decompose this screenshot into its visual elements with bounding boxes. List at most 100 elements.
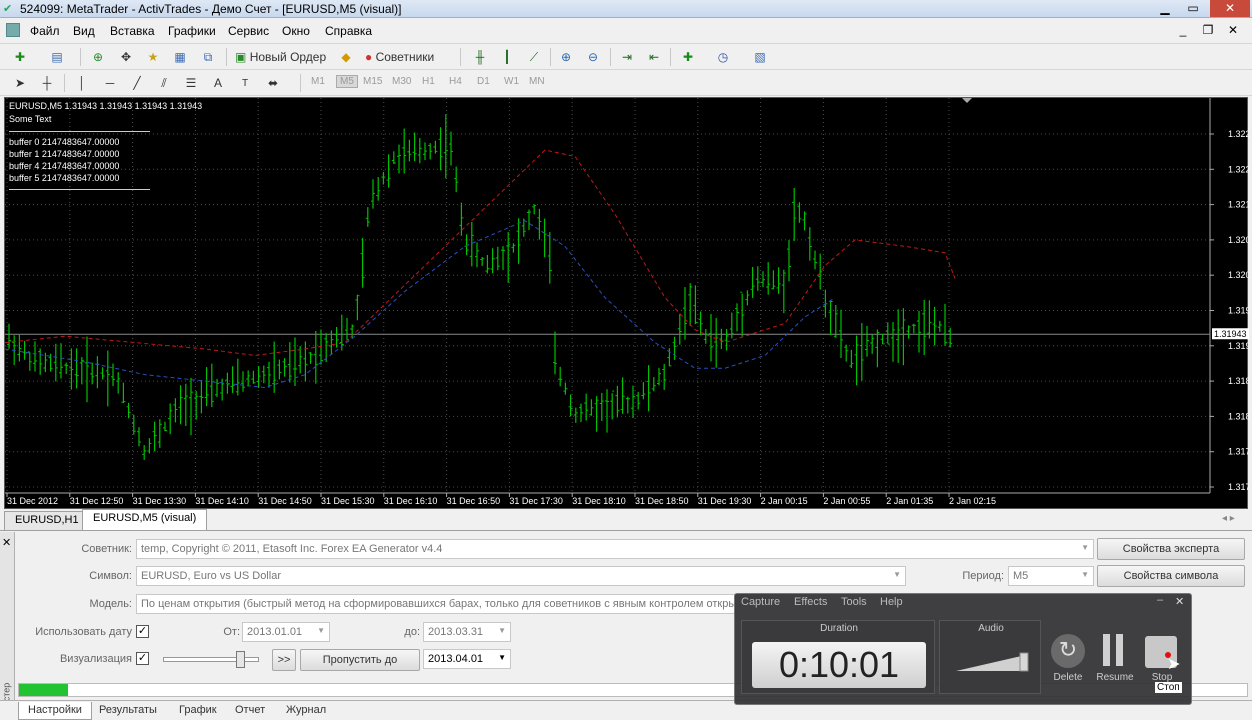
market-watch-icon[interactable]: ⊕ bbox=[88, 48, 108, 67]
warning-icon[interactable]: ◆ bbox=[336, 48, 356, 67]
timeframe-w1[interactable]: W1 bbox=[504, 76, 519, 87]
current-price-label: 1.31943 bbox=[1214, 329, 1247, 339]
bar-chart-icon[interactable]: ╫ bbox=[470, 48, 490, 67]
symbol-select[interactable]: EURUSD, Euro vs US Dollar ▼ bbox=[136, 566, 906, 586]
experts-button[interactable]: ● Советники bbox=[362, 48, 444, 67]
periods-icon[interactable]: ◷ bbox=[713, 48, 733, 67]
capture-menu-capture[interactable]: Capture bbox=[741, 596, 780, 608]
line-chart-icon[interactable]: ⟋ bbox=[524, 48, 544, 67]
use-date-label: Использовать дату bbox=[35, 626, 132, 638]
skip-forward-button[interactable]: >> bbox=[272, 649, 296, 671]
document-icon[interactable] bbox=[6, 23, 20, 37]
capture-menu-help[interactable]: Help bbox=[880, 596, 903, 608]
timeframe-m1[interactable]: M1 bbox=[311, 76, 325, 87]
text-label-icon[interactable]: T bbox=[235, 74, 255, 93]
tab-journal[interactable]: Журнал bbox=[277, 702, 335, 720]
close-button[interactable]: ✕ bbox=[1210, 0, 1250, 17]
text-icon[interactable]: A bbox=[208, 74, 228, 93]
speed-slider-handle[interactable] bbox=[236, 651, 245, 668]
capture-menu-effects[interactable]: Effects bbox=[794, 596, 827, 608]
timeframe-h1[interactable]: H1 bbox=[422, 76, 435, 87]
tab-report[interactable]: Отчет bbox=[226, 702, 274, 720]
data-window-icon[interactable]: ✥ bbox=[116, 48, 136, 67]
model-select[interactable]: По ценам открытия (быстрый метод на сфор… bbox=[136, 594, 736, 614]
indicators-icon[interactable]: ✚ bbox=[678, 48, 698, 67]
templates-icon[interactable]: ▧ bbox=[750, 48, 770, 67]
time-label: 31 Dec 18:10 bbox=[572, 496, 626, 506]
symbol-properties-button[interactable]: Свойства символа bbox=[1097, 565, 1245, 587]
period-label: Период: bbox=[962, 570, 1004, 582]
expert-select[interactable]: temp, Copyright © 2011, Etasoft Inc. For… bbox=[136, 539, 1094, 559]
from-date-field[interactable]: 2013.01.01 ▼ bbox=[242, 622, 330, 642]
visualization-checkbox[interactable]: ✓ bbox=[136, 652, 149, 665]
delete-label: Delete bbox=[1053, 672, 1083, 683]
delete-icon[interactable]: ↻ bbox=[1051, 634, 1085, 668]
menu-help[interactable]: Справка bbox=[325, 24, 372, 38]
zoom-in-icon[interactable]: ⊕ bbox=[556, 48, 576, 67]
new-chart-icon[interactable]: ✚ bbox=[10, 48, 30, 67]
timeframe-mn[interactable]: MN bbox=[529, 76, 545, 87]
time-label: 31 Dec 12:50 bbox=[70, 496, 124, 506]
tab-eurusd-h1[interactable]: EURUSD,H1 bbox=[4, 511, 90, 530]
use-date-checkbox[interactable]: ✓ bbox=[136, 625, 149, 638]
vertical-line-icon[interactable]: │ bbox=[72, 74, 92, 93]
menu-charts[interactable]: Графики bbox=[168, 24, 216, 38]
chart-canvas[interactable]: 1.32255 1.32200 1.32145 1.32090 1.32035 1.319… bbox=[5, 98, 1249, 510]
menu-view[interactable]: Вид bbox=[73, 24, 95, 38]
auto-scroll-icon[interactable]: ⇥ bbox=[617, 48, 637, 67]
new-order-icon: ▣ bbox=[235, 50, 247, 64]
candlestick-icon[interactable]: ┃ bbox=[497, 48, 517, 67]
ma-red-line bbox=[5, 149, 956, 356]
timeframe-h4[interactable]: H4 bbox=[449, 76, 462, 87]
zoom-out-icon[interactable]: ⊖ bbox=[583, 48, 603, 67]
arrows-icon[interactable]: ⬌ bbox=[263, 74, 283, 93]
cursor-icon[interactable]: ➤ bbox=[10, 74, 30, 93]
tabs-scroll-icon[interactable]: ◂ ▸ bbox=[1222, 513, 1235, 524]
doc-minimize-button[interactable]: _ bbox=[1170, 22, 1196, 39]
maximize-button[interactable]: ▭ bbox=[1180, 0, 1206, 17]
menu-window[interactable]: Окно bbox=[282, 24, 310, 38]
timeframe-d1[interactable]: D1 bbox=[477, 76, 490, 87]
resume-icon[interactable] bbox=[1103, 634, 1125, 668]
doc-restore-button[interactable]: ❐ bbox=[1195, 22, 1221, 39]
tester-close-icon[interactable]: ✕ bbox=[2, 536, 11, 549]
menu-file[interactable]: Файл bbox=[30, 24, 60, 38]
time-label: 2 Jan 02:15 bbox=[949, 496, 996, 506]
timeframe-m30[interactable]: M30 bbox=[392, 76, 411, 87]
horizontal-line-icon[interactable]: ─ bbox=[100, 74, 120, 93]
minimize-button[interactable]: ▁ bbox=[1152, 0, 1178, 17]
doc-close-button[interactable]: ✕ bbox=[1220, 22, 1246, 39]
capture-close-icon[interactable]: ✕ bbox=[1175, 595, 1184, 608]
period-select[interactable]: M5 ▼ bbox=[1008, 566, 1094, 586]
chart-shift-icon[interactable]: ⇤ bbox=[644, 48, 664, 67]
to-date-field[interactable]: 2013.03.31 ▼ bbox=[423, 622, 511, 642]
trendline-icon[interactable]: ╱ bbox=[127, 74, 147, 93]
buffer-line: buffer 5 2147483647.00000 bbox=[9, 173, 120, 183]
profiles-icon[interactable]: ▤ bbox=[47, 48, 67, 67]
skip-to-date-field[interactable]: 2013.04.01 ▼ bbox=[423, 649, 511, 669]
terminal-icon[interactable]: ▦ bbox=[170, 48, 190, 67]
new-order-button[interactable]: ▣ Новый Ордер bbox=[232, 48, 332, 67]
expert-properties-button[interactable]: Свойства эксперта bbox=[1097, 538, 1245, 560]
menu-tools[interactable]: Сервис bbox=[228, 24, 269, 38]
audio-level-icon[interactable] bbox=[956, 651, 1030, 673]
timeframe-m5[interactable]: M5 bbox=[336, 75, 358, 88]
capture-minimize-icon[interactable]: – bbox=[1157, 594, 1163, 606]
buffer-line: buffer 1 2147483647.00000 bbox=[9, 149, 120, 159]
tab-eurusd-m5-visual[interactable]: EURUSD,M5 (visual) bbox=[82, 509, 208, 530]
tester-icon[interactable]: ⧉ bbox=[198, 48, 218, 67]
menu-insert[interactable]: Вставка bbox=[110, 24, 155, 38]
equidistant-channel-icon[interactable]: ⫽ bbox=[154, 74, 174, 93]
separator bbox=[610, 48, 611, 66]
capture-menu-tools[interactable]: Tools bbox=[841, 596, 867, 608]
navigator-icon[interactable]: ★ bbox=[143, 48, 163, 67]
crosshair-icon[interactable]: ┼ bbox=[37, 74, 57, 93]
skip-to-button[interactable]: Пропустить до bbox=[300, 649, 420, 671]
timeframe-m15[interactable]: M15 bbox=[363, 76, 382, 87]
tab-results[interactable]: Результаты bbox=[90, 702, 166, 720]
tab-graph[interactable]: График bbox=[170, 702, 226, 720]
experts-label: Советники bbox=[375, 50, 435, 64]
fibonacci-icon[interactable]: ☰ bbox=[181, 74, 201, 93]
price-chart[interactable]: 1.32255 1.32200 1.32145 1.32090 1.32035 1.319… bbox=[4, 97, 1249, 510]
tab-settings[interactable]: Настройки bbox=[18, 702, 92, 720]
